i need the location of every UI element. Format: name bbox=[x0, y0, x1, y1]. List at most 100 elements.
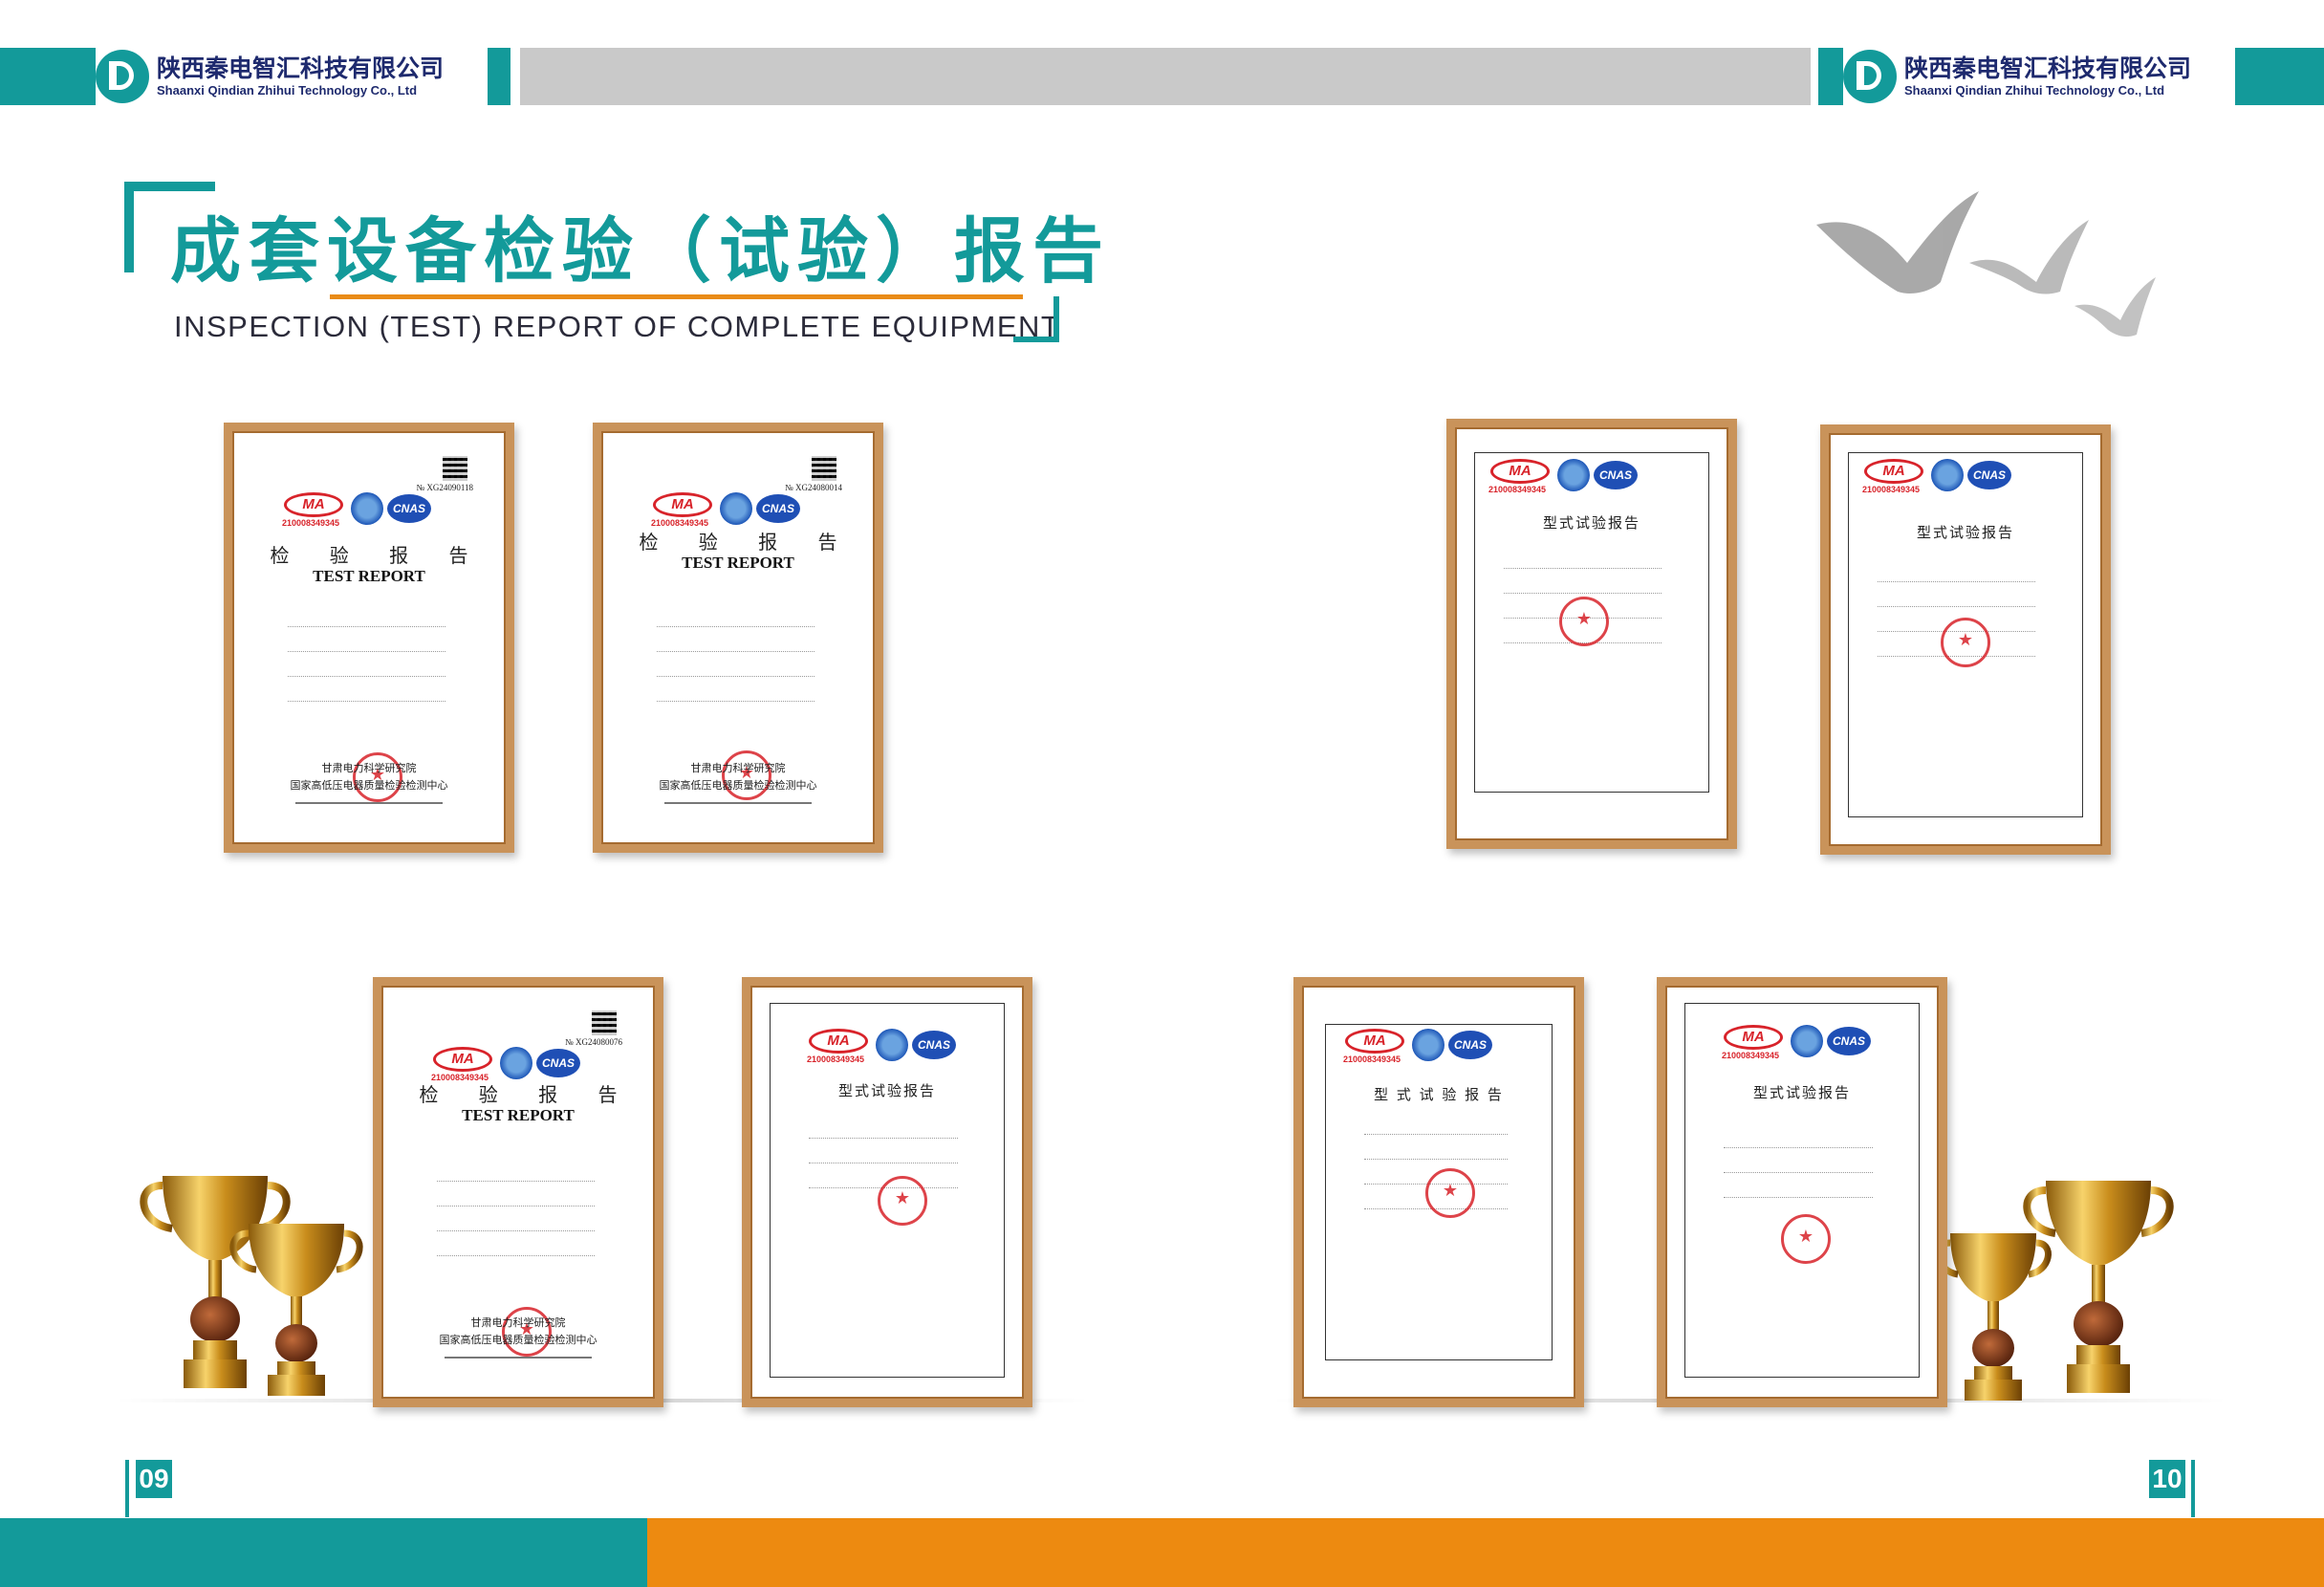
page-number-left: 09 bbox=[136, 1460, 172, 1498]
certificate-frame: MA 210008349345 CNAS 型式试验报告 bbox=[1446, 419, 1737, 849]
red-seal-icon bbox=[722, 750, 771, 800]
ma-logo: MA bbox=[284, 492, 343, 517]
certificate-document: № XG24080076 MA 210008349345 CNAS 检 验 报 … bbox=[395, 999, 641, 1385]
company-name-cn: 陕西秦电智汇科技有限公司 bbox=[157, 54, 445, 82]
certificate-frame: MA 210008349345 CNAS 型式试验报告 bbox=[742, 977, 1032, 1407]
report-title-cn: 型式试验报告 bbox=[837, 1082, 936, 1099]
certificate-document: MA 210008349345 CNAS 型式试验报告 bbox=[1684, 1003, 1920, 1378]
ma-number: 210008349345 bbox=[1722, 1051, 1780, 1060]
report-title-cn: 检 验 报 告 bbox=[270, 544, 486, 567]
report-title-cn: 检 验 报 告 bbox=[419, 1083, 635, 1106]
issuer-name: 甘肃电力科学研究院 bbox=[470, 1316, 566, 1329]
ilac-globe-icon bbox=[1412, 1029, 1444, 1061]
issuer-center: 国家高低压电器质量检验检测中心 bbox=[659, 779, 817, 792]
company-name-en: Shaanxi Qindian Zhihui Technology Co., L… bbox=[1904, 83, 2165, 98]
certificate-frame: MA 210008349345 CNAS 型式试验报告 bbox=[1657, 977, 1947, 1407]
certificate-frame: MA 210008349345 CNAS 型式试验报告 bbox=[1820, 424, 2111, 855]
cnas-logo: CNAS bbox=[387, 494, 431, 523]
trophy-left bbox=[140, 1176, 363, 1396]
accreditation-logos: MA 210008349345 CNAS bbox=[1722, 1025, 1915, 1060]
issuer-name: 甘肃电力科学研究院 bbox=[690, 762, 786, 774]
issuer-english-line bbox=[395, 1357, 641, 1360]
report-title-cn: 型 式 试 验 报 告 bbox=[1374, 1086, 1504, 1103]
red-seal-icon bbox=[1559, 597, 1609, 646]
ilac-globe-icon bbox=[1931, 459, 1964, 491]
trophy-right bbox=[1941, 1181, 2174, 1401]
certificate-document: № XG24080014 MA 210008349345 CNAS 检 验 报 … bbox=[615, 445, 861, 831]
page-number-right: 10 bbox=[2149, 1460, 2185, 1498]
issuer-english-line bbox=[615, 802, 861, 806]
cnas-logo: CNAS bbox=[536, 1049, 580, 1077]
ilac-globe-icon bbox=[1791, 1025, 1823, 1057]
header-accent bbox=[488, 48, 510, 105]
accreditation-logos: MA 210008349345 CNAS bbox=[807, 1029, 1000, 1064]
title-underline bbox=[330, 294, 1023, 299]
certificate-document: MA 210008349345 CNAS 型式试验报告 bbox=[770, 1003, 1005, 1378]
red-seal-icon bbox=[878, 1176, 927, 1226]
ma-logo: MA bbox=[1724, 1025, 1783, 1050]
certificate-frame: № XG24090118 MA 210008349345 CNAS 检 验 报 … bbox=[224, 423, 514, 853]
certificate-frame: № XG24080076 MA 210008349345 CNAS 检 验 报 … bbox=[373, 977, 663, 1407]
issuer-center: 国家高低压电器质量检验检测中心 bbox=[439, 1334, 597, 1346]
cnas-logo: CNAS bbox=[756, 494, 800, 523]
birds-illustration bbox=[1816, 191, 2156, 337]
accreditation-logos: MA 210008349345 CNAS bbox=[1343, 1029, 1536, 1064]
report-fields bbox=[1724, 1138, 1900, 1212]
issuer-name: 甘肃电力科学研究院 bbox=[321, 762, 417, 774]
ma-number: 210008349345 bbox=[807, 1054, 865, 1064]
header-gray-bar bbox=[520, 48, 1811, 105]
page-number-tick bbox=[125, 1460, 129, 1517]
footer-bar-orange bbox=[647, 1518, 2324, 1587]
company-name-en: Shaanxi Qindian Zhihui Technology Co., L… bbox=[157, 83, 418, 98]
red-seal-icon bbox=[1941, 618, 1990, 667]
report-fields bbox=[288, 617, 473, 716]
footer-bar-teal bbox=[0, 1518, 647, 1587]
ma-logo: MA bbox=[1490, 459, 1550, 484]
ma-logo: MA bbox=[809, 1029, 868, 1054]
accreditation-logos: MA 210008349345 CNAS bbox=[282, 492, 475, 528]
qr-code-icon bbox=[592, 1011, 617, 1035]
ilac-globe-icon bbox=[720, 492, 752, 525]
accreditation-logos: MA 210008349345 CNAS bbox=[1488, 459, 1682, 494]
report-title-cn: 型式试验报告 bbox=[1916, 524, 2014, 541]
title-bracket-right bbox=[1013, 296, 1059, 342]
report-number: № XG24090118 bbox=[416, 483, 473, 492]
cnas-logo: CNAS bbox=[1594, 461, 1638, 489]
report-title-cn: 型式试验报告 bbox=[1542, 514, 1640, 532]
ma-number: 210008349345 bbox=[1862, 485, 1921, 494]
accreditation-logos: MA 210008349345 CNAS bbox=[431, 1047, 624, 1082]
certificate-document: MA 210008349345 CNAS 型式试验报告 bbox=[1474, 452, 1709, 793]
issuer-center: 国家高低压电器质量检验检测中心 bbox=[290, 779, 448, 792]
header-accent bbox=[1818, 48, 1843, 105]
page-title: 成套设备检验（试验）报告 bbox=[170, 210, 1111, 293]
qr-code-icon bbox=[443, 456, 467, 481]
page-number-tick bbox=[2191, 1460, 2195, 1517]
company-logo-left: 陕西秦电智汇科技有限公司 Shaanxi Qindian Zhihui Tech… bbox=[96, 48, 488, 105]
cnas-logo: CNAS bbox=[1967, 461, 2011, 489]
page-subtitle: INSPECTION (TEST) REPORT OF COMPLETE EQU… bbox=[174, 310, 1061, 343]
ilac-globe-icon bbox=[351, 492, 383, 525]
red-seal-icon bbox=[1425, 1168, 1475, 1218]
ilac-globe-icon bbox=[876, 1029, 908, 1061]
header-bar-right bbox=[2235, 48, 2324, 105]
ilac-globe-icon bbox=[1557, 459, 1590, 491]
ma-number: 210008349345 bbox=[282, 518, 340, 528]
report-title-en: TEST REPORT bbox=[462, 1106, 575, 1124]
report-fields bbox=[657, 617, 842, 716]
ma-logo: MA bbox=[653, 492, 712, 517]
header-bar-left bbox=[0, 48, 96, 105]
ma-logo: MA bbox=[1864, 459, 1923, 484]
report-title-cn: 检 验 报 告 bbox=[639, 531, 855, 554]
company-name-cn: 陕西秦电智汇科技有限公司 bbox=[1904, 54, 2192, 82]
certificate-document: MA 210008349345 CNAS 型 式 试 验 报 告 bbox=[1325, 1024, 1553, 1360]
report-title-cn: 型式试验报告 bbox=[1752, 1084, 1851, 1101]
company-logo-right: 陕西秦电智汇科技有限公司 Shaanxi Qindian Zhihui Tech… bbox=[1843, 48, 2235, 105]
report-title-en: TEST REPORT bbox=[313, 567, 425, 585]
accreditation-logos: MA 210008349345 CNAS bbox=[651, 492, 844, 528]
qr-code-icon bbox=[812, 456, 836, 481]
cnas-logo: CNAS bbox=[1448, 1031, 1492, 1059]
report-title-en: TEST REPORT bbox=[682, 554, 794, 572]
accreditation-logos: MA 210008349345 CNAS bbox=[1862, 459, 2055, 494]
report-fields bbox=[437, 1171, 622, 1271]
ma-number: 210008349345 bbox=[1343, 1054, 1401, 1064]
